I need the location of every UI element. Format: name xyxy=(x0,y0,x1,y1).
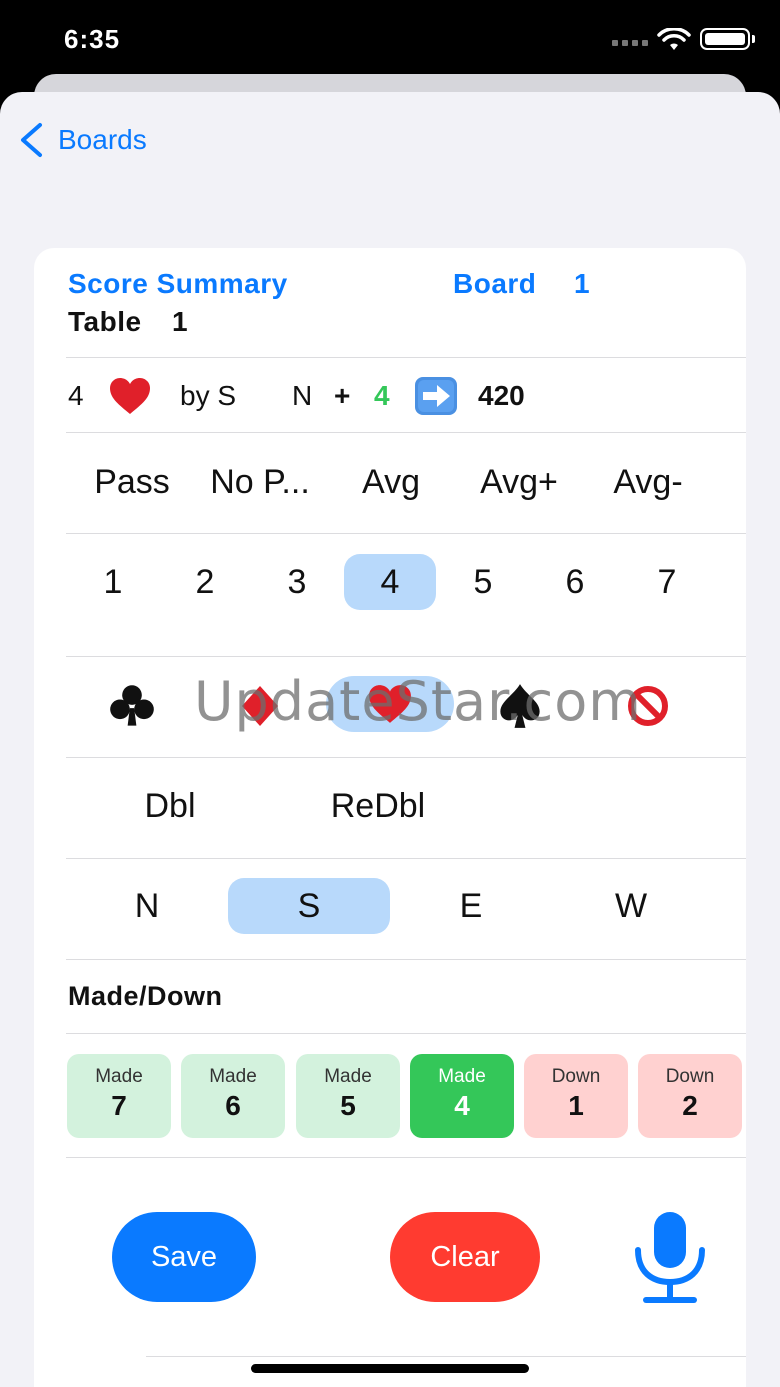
table-label: Table xyxy=(68,306,142,337)
redouble-option[interactable]: ReDbl xyxy=(312,778,444,834)
made-down-label: Made xyxy=(438,1066,486,1087)
made-down-label: Down xyxy=(665,1066,715,1087)
wifi-icon xyxy=(657,28,691,50)
contract-level: 4 xyxy=(68,380,84,411)
microphone-icon[interactable] xyxy=(630,1210,710,1304)
board-label: Board xyxy=(453,268,537,299)
divider xyxy=(66,432,746,433)
score-summary-title: Score Summary xyxy=(68,268,288,299)
divider xyxy=(66,656,746,657)
made-down-label: Made xyxy=(324,1066,372,1087)
made-down-value: 1 xyxy=(568,1090,584,1121)
plus-sign: + xyxy=(334,380,351,411)
no-play-option[interactable]: No P... xyxy=(194,454,326,510)
divider xyxy=(66,959,746,960)
avg-option[interactable]: Avg xyxy=(346,454,436,510)
right-arrow-icon xyxy=(415,377,457,415)
divider xyxy=(66,1157,746,1158)
modal-sheet: Boards Score Summary Board 1 Table 1 4 b… xyxy=(0,92,780,1387)
clear-button[interactable]: Clear xyxy=(390,1212,540,1302)
home-indicator xyxy=(251,1364,529,1373)
avg-minus-option[interactable]: Avg- xyxy=(596,454,700,510)
made-down-title: Made/Down xyxy=(68,981,223,1011)
diamond-icon xyxy=(242,686,278,726)
heart-icon xyxy=(369,685,411,723)
made-down-label: Made xyxy=(95,1066,143,1087)
down-1-button[interactable]: Down 1 xyxy=(524,1054,628,1138)
level-2[interactable]: 2 xyxy=(168,554,242,610)
divider xyxy=(146,1356,746,1357)
direction-w[interactable]: W xyxy=(590,878,672,934)
chevron-left-icon xyxy=(21,123,42,157)
diamond-option[interactable] xyxy=(220,678,300,734)
cellular-signal-icon xyxy=(612,40,648,46)
no-trump-option[interactable] xyxy=(608,678,688,734)
status-bar: 6:35 xyxy=(0,0,780,80)
avg-plus-option[interactable]: Avg+ xyxy=(464,454,574,510)
made-down-value: 6 xyxy=(225,1090,241,1121)
double-option[interactable]: Dbl xyxy=(120,778,220,834)
made-down-label: Down xyxy=(551,1066,601,1087)
level-7[interactable]: 7 xyxy=(630,554,704,610)
made-5-button[interactable]: Made 5 xyxy=(296,1054,400,1138)
pass-option[interactable]: Pass xyxy=(82,454,182,510)
status-time: 6:35 xyxy=(64,24,121,54)
score-card: Score Summary Board 1 Table 1 4 by S N +… xyxy=(34,248,746,1387)
level-5[interactable]: 5 xyxy=(446,554,520,610)
made-down-value: 7 xyxy=(111,1090,127,1121)
direction-n[interactable]: N xyxy=(106,878,188,934)
back-button[interactable]: Boards xyxy=(18,122,147,158)
heart-icon xyxy=(110,378,150,414)
down-2-button[interactable]: Down 2 xyxy=(638,1054,742,1138)
heart-option[interactable] xyxy=(326,676,454,732)
back-button-label: Boards xyxy=(58,124,147,155)
direction-e[interactable]: E xyxy=(430,878,512,934)
made-6-button[interactable]: Made 6 xyxy=(181,1054,285,1138)
tricks-count: 4 xyxy=(374,380,390,411)
level-3[interactable]: 3 xyxy=(260,554,334,610)
direction-s[interactable]: S xyxy=(228,878,390,934)
made-down-value: 4 xyxy=(454,1090,470,1121)
divider xyxy=(66,357,746,358)
battery-icon xyxy=(700,28,755,50)
spade-option[interactable] xyxy=(480,678,560,734)
divider xyxy=(66,757,746,758)
level-6[interactable]: 6 xyxy=(538,554,612,610)
level-4[interactable]: 4 xyxy=(344,554,436,610)
level-1[interactable]: 1 xyxy=(76,554,150,610)
board-number: 1 xyxy=(574,268,590,299)
save-button[interactable]: Save xyxy=(112,1212,256,1302)
club-icon xyxy=(110,685,154,726)
divider xyxy=(66,533,746,534)
table-number: 1 xyxy=(172,306,188,337)
club-option[interactable] xyxy=(92,678,172,734)
spade-icon xyxy=(500,684,540,728)
prohibited-icon xyxy=(628,686,668,726)
made-down-value: 5 xyxy=(340,1090,356,1121)
made-4-button[interactable]: Made 4 xyxy=(410,1054,514,1138)
score-value: 420 xyxy=(478,380,525,411)
made-7-button[interactable]: Made 7 xyxy=(67,1054,171,1138)
divider xyxy=(66,1033,746,1034)
made-down-value: 2 xyxy=(682,1090,698,1121)
side-text: N xyxy=(292,380,313,411)
declarer-text: by S xyxy=(180,380,237,411)
made-down-label: Made xyxy=(209,1066,257,1087)
divider xyxy=(66,858,746,859)
